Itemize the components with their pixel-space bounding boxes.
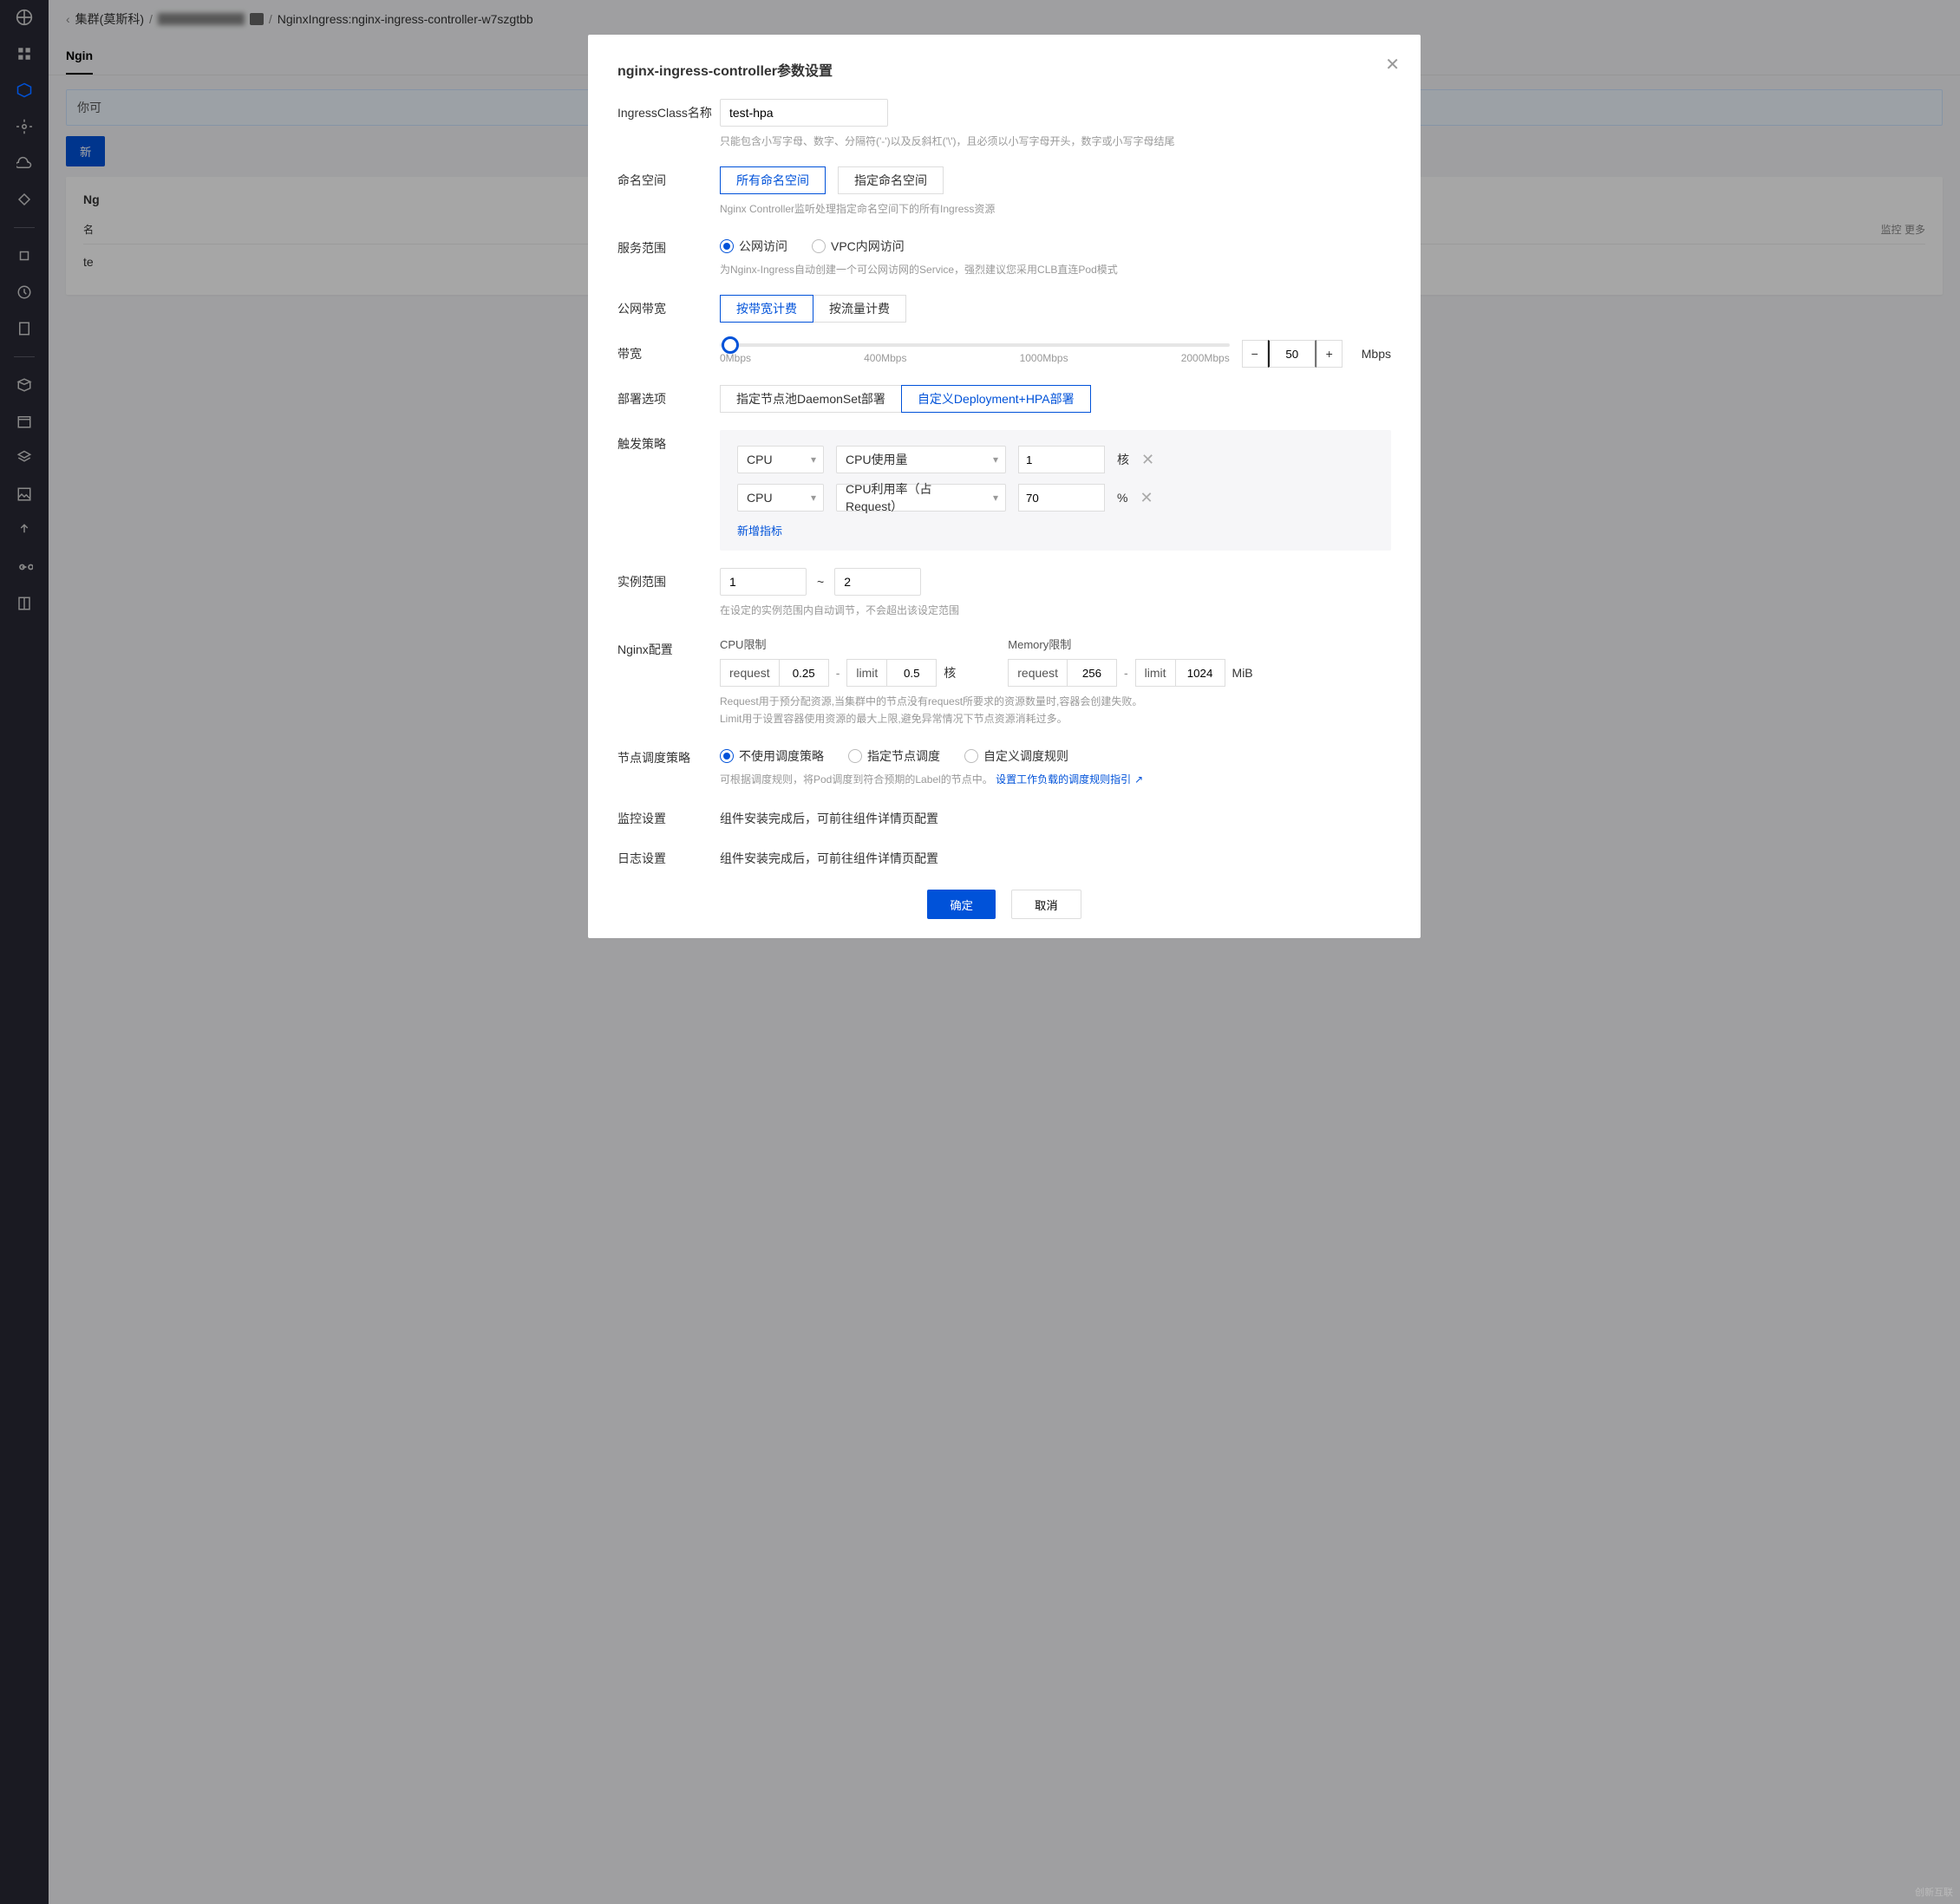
instance-max-input[interactable]: [834, 568, 921, 596]
bandwidth-label: 带宽: [617, 340, 720, 362]
modal: ✕ nginx-ingress-controller参数设置 IngressCl…: [588, 35, 1421, 938]
ingressclass-label: IngressClass名称: [617, 99, 720, 121]
scheduling-help: 可根据调度规则，将Pod调度到符合预期的Label的节点中。: [720, 773, 993, 786]
bandwidth-value-input[interactable]: [1268, 340, 1316, 368]
memory-limit-title: Memory限制: [1008, 636, 1252, 652]
deploy-label: 部署选项: [617, 385, 720, 408]
nav-sidebar: [0, 0, 49, 1904]
cpu-limit-title: CPU限制: [720, 636, 956, 652]
mem-limit-input[interactable]: [1176, 660, 1225, 686]
nginx-conf-help2: Limit用于设置容器使用资源的最大上限,避免异常情况下节点资源消耗过多。: [720, 711, 1391, 727]
watermark: 创新互联: [1915, 1885, 1953, 1899]
monitor-label: 监控设置: [617, 805, 720, 827]
ok-button[interactable]: 确定: [927, 890, 996, 919]
trigger-value-input[interactable]: [1018, 484, 1105, 512]
tag-icon[interactable]: [16, 191, 33, 208]
layers-icon[interactable]: [16, 449, 33, 466]
namespace-specific-button[interactable]: 指定命名空间: [838, 166, 944, 194]
box-icon[interactable]: [16, 376, 33, 394]
bandwidth-stepper: − +: [1242, 340, 1343, 368]
trigger-unit: %: [1117, 491, 1127, 505]
scope-vpc-radio[interactable]: VPC内网访问: [812, 238, 905, 255]
chip-icon[interactable]: [16, 247, 33, 264]
trigger-type-select[interactable]: CPU利用率（占Request）: [836, 484, 1006, 512]
instance-range-help: 在设定的实例范围内自动调节，不会超出该设定范围: [720, 603, 1391, 618]
sched-custom-radio[interactable]: 自定义调度规则: [964, 747, 1068, 765]
billing-label: 公网带宽: [617, 295, 720, 317]
image-icon[interactable]: [16, 486, 33, 503]
trigger-metric-select[interactable]: CPU: [737, 484, 824, 512]
namespace-label: 命名空间: [617, 166, 720, 189]
sched-none-radio[interactable]: 不使用调度策略: [720, 747, 824, 765]
nginx-conf-help1: Request用于预分配资源,当集群中的节点没有request所要求的资源数量时…: [720, 694, 1391, 709]
ingressclass-help: 只能包含小写字母、数字、分隔符('-')以及反斜杠('\')，且必须以小写字母开…: [720, 134, 1391, 149]
mem-request-input[interactable]: [1068, 660, 1116, 686]
range-separator: ~: [817, 575, 824, 589]
trigger-type-select[interactable]: CPU使用量: [836, 446, 1006, 473]
settings-icon[interactable]: [16, 118, 33, 135]
instance-min-input[interactable]: [720, 568, 807, 596]
modal-title: nginx-ingress-controller参数设置: [617, 59, 1391, 80]
log-label: 日志设置: [617, 844, 720, 867]
bandwidth-slider[interactable]: [720, 343, 1230, 347]
deploy-hpa-button[interactable]: 自定义Deployment+HPA部署: [901, 385, 1091, 413]
delete-icon[interactable]: ✕: [1140, 489, 1153, 507]
namespace-all-button[interactable]: 所有命名空间: [720, 166, 826, 194]
billing-traffic-button[interactable]: 按流量计费: [813, 295, 906, 323]
trigger-unit: 核: [1117, 451, 1129, 468]
add-trigger-link[interactable]: 新增指标: [737, 522, 1374, 538]
ingressclass-input[interactable]: [720, 99, 888, 127]
grid-icon[interactable]: [16, 45, 33, 62]
trigger-box: CPU CPU使用量 核 ✕ CPU CPU利用率（占Request） %: [720, 430, 1391, 551]
trigger-row: CPU CPU利用率（占Request） % ✕: [737, 484, 1374, 512]
log-text: 组件安装完成后，可前往组件详情页配置: [720, 844, 1391, 867]
upload-icon[interactable]: [16, 522, 33, 539]
scope-label: 服务范围: [617, 234, 720, 257]
book-icon[interactable]: [16, 595, 33, 612]
minus-button[interactable]: −: [1242, 340, 1268, 368]
cube-icon[interactable]: [16, 82, 33, 99]
calendar-icon[interactable]: [16, 413, 33, 430]
trigger-value-input[interactable]: [1018, 446, 1105, 473]
scheduling-guide-link[interactable]: 设置工作负载的调度规则指引↗: [996, 773, 1143, 786]
cancel-button[interactable]: 取消: [1011, 890, 1081, 919]
infinity-icon[interactable]: [16, 558, 33, 576]
slider-handle[interactable]: [722, 336, 739, 354]
logo-icon[interactable]: [16, 9, 33, 26]
trigger-row: CPU CPU使用量 核 ✕: [737, 446, 1374, 473]
delete-icon[interactable]: ✕: [1141, 451, 1154, 469]
cpu-request-input[interactable]: [780, 660, 828, 686]
deploy-daemonset-button[interactable]: 指定节点池DaemonSet部署: [720, 385, 902, 413]
namespace-help: Nginx Controller监听处理指定命名空间下的所有Ingress资源: [720, 201, 1391, 217]
mem-unit: MiB: [1232, 666, 1253, 680]
scheduling-label: 节点调度策略: [617, 744, 720, 766]
modal-overlay: ✕ nginx-ingress-controller参数设置 IngressCl…: [49, 0, 1960, 1904]
instance-range-label: 实例范围: [617, 568, 720, 590]
clock-icon[interactable]: [16, 284, 33, 301]
cpu-unit: 核: [944, 664, 956, 681]
trigger-metric-select[interactable]: CPU: [737, 446, 824, 473]
scope-help: 为Nginx-Ingress自动创建一个可公网访网的Service，强烈建议您采…: [720, 262, 1391, 277]
doc-icon[interactable]: [16, 320, 33, 337]
monitor-text: 组件安装完成后，可前往组件详情页配置: [720, 805, 1391, 827]
bandwidth-unit: Mbps: [1362, 347, 1391, 361]
scope-public-radio[interactable]: 公网访问: [720, 238, 787, 255]
external-link-icon: ↗: [1134, 772, 1143, 787]
close-icon[interactable]: ✕: [1385, 54, 1400, 75]
cpu-limit-input[interactable]: [887, 660, 936, 686]
nginx-conf-label: Nginx配置: [617, 636, 720, 658]
sched-node-radio[interactable]: 指定节点调度: [848, 747, 940, 765]
cloud-icon[interactable]: [16, 154, 33, 172]
plus-button[interactable]: +: [1316, 340, 1343, 368]
billing-bandwidth-button[interactable]: 按带宽计费: [720, 295, 813, 323]
trigger-label: 触发策略: [617, 430, 720, 453]
